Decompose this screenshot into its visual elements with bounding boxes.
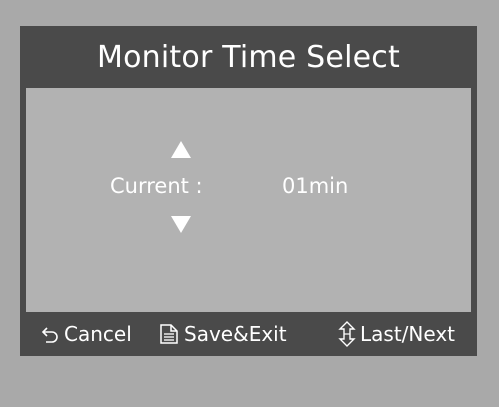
monitor-time-dialog: Monitor Time Select Current : 01min Canc… (20, 26, 477, 356)
save-exit-label: Save&Exit (184, 322, 287, 346)
screen-background: Monitor Time Select Current : 01min Canc… (0, 0, 499, 407)
current-label: Current : (110, 174, 203, 198)
cancel-button[interactable]: Cancel (40, 312, 132, 356)
up-down-arrow-icon (338, 321, 356, 347)
triangle-down-icon[interactable] (171, 216, 191, 233)
triangle-up-icon[interactable] (171, 141, 191, 158)
save-exit-button[interactable]: Save&Exit (158, 312, 287, 356)
current-value[interactable]: 01min (282, 174, 348, 198)
last-next-label: Last/Next (360, 322, 455, 346)
document-icon (160, 324, 178, 344)
cancel-label: Cancel (64, 322, 132, 346)
dialog-content: Current : 01min (26, 88, 471, 312)
undo-arrow-icon (41, 327, 58, 343)
dialog-title: Monitor Time Select (97, 39, 400, 75)
dialog-footer: Cancel Save&Exit Last/Next (20, 312, 477, 356)
last-next-button[interactable]: Last/Next (338, 312, 455, 356)
